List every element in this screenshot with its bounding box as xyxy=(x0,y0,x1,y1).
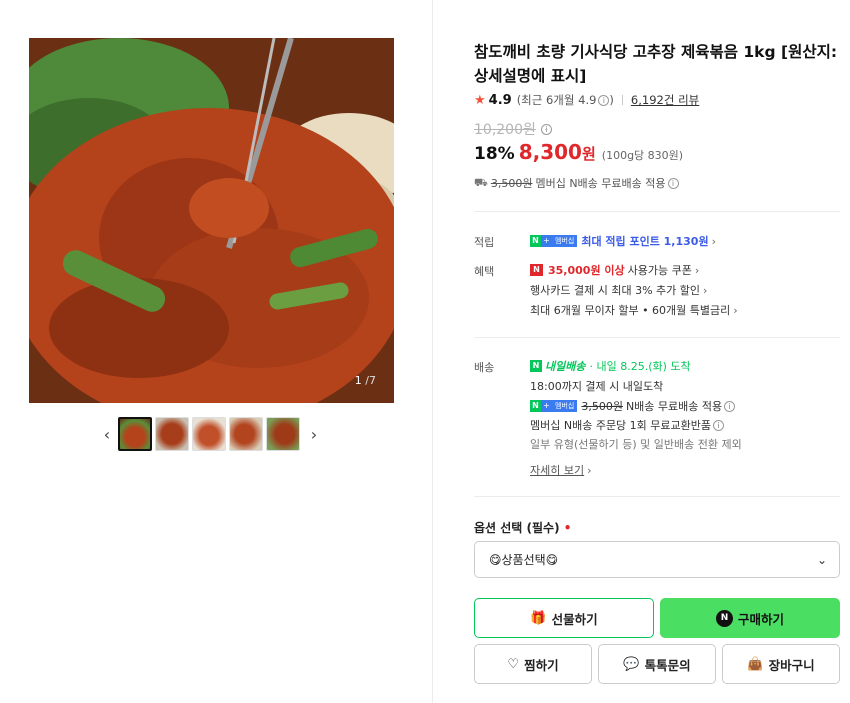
chat-icon: 💬 xyxy=(623,656,640,672)
points-row[interactable]: N + 멤버십 최대 적립 포인트 1,130원 › xyxy=(530,233,716,249)
product-title: 참도깨비 초량 기사식당 고추장 제육볶음 1kg [원산지:상세설명에 표시] xyxy=(474,43,838,85)
wish-label: 찜하기 xyxy=(524,657,559,673)
main-product-image[interactable]: 1 /7 xyxy=(29,38,394,403)
shipping-summary: ⛟ 3,500원 멤버십 N배송 무료배송 적용 i xyxy=(474,175,679,191)
chevron-down-icon: ⌄ xyxy=(816,552,827,567)
truck-icon: ⛟ xyxy=(474,175,488,189)
heart-icon: ♡ xyxy=(507,656,520,672)
arrival-date: · 내일 8.25.(화) 도착 xyxy=(589,360,691,373)
points-text: 최대 적립 포인트 1,130원 xyxy=(581,235,709,248)
gift-icon: 🎁 xyxy=(530,610,547,626)
buy-button[interactable]: N 구매하기 xyxy=(660,598,840,638)
buy-label: 구매하기 xyxy=(737,611,784,627)
image-counter: 1 /7 xyxy=(355,374,376,387)
npay-membership-badge: N + 멤버십 xyxy=(530,235,578,247)
installment-text: 최대 6개월 무이자 할부 • 60개월 특별금리 xyxy=(530,304,731,317)
chevron-right-icon: › xyxy=(733,303,738,317)
rating-recent: (최근 6개월 4.9 xyxy=(516,93,597,107)
more-link-row[interactable]: 자세히 보기 › xyxy=(530,462,592,478)
shipping-note: 멤버십 N배송 무료배송 적용 xyxy=(535,177,666,190)
star-icon: ★ xyxy=(474,92,486,108)
counter-total: /7 xyxy=(365,374,376,387)
unit-price: (100g당 830원) xyxy=(601,149,684,162)
card-text: 행사카드 결제 시 최대 3% 추가 할인 xyxy=(530,284,700,297)
talk-label: 톡톡문의 xyxy=(644,657,691,673)
price-info-icon[interactable]: i xyxy=(540,123,552,135)
benefit-label: 혜택 xyxy=(474,265,495,278)
required-dot: • xyxy=(563,521,572,535)
exchange-info-icon[interactable]: i xyxy=(713,419,725,431)
prev-arrow-icon[interactable]: ‹ xyxy=(96,416,118,452)
coupon-text: 사용가능 쿠폰 xyxy=(627,264,692,277)
gift-button[interactable]: 🎁 선물하기 xyxy=(474,598,654,638)
delivery-badge: 내일배송 xyxy=(545,360,586,373)
thumbnail-3[interactable] xyxy=(192,417,226,451)
shipping-info-icon[interactable]: i xyxy=(667,177,679,189)
cutoff-row: 18:00까지 결제 시 내일도착 xyxy=(530,378,663,394)
price-row: 18% 8,300 원 (100g당 830원) xyxy=(474,140,683,164)
price-currency: 원 xyxy=(581,145,596,163)
rating-row: ★ 4.9 (최근 6개월 4.9 i) 6,192건 리뷰 xyxy=(474,92,699,108)
food-photo xyxy=(29,38,394,403)
product-gallery: 1 /7 ‹ › xyxy=(0,0,433,703)
thumbnail-2[interactable] xyxy=(155,417,189,451)
exchange-row: 멤버십 N배송 주문당 1회 무료교환반품 i xyxy=(530,417,725,433)
gift-label: 선물하기 xyxy=(551,611,598,627)
delivery-badge-row: N 내일배송 · 내일 8.25.(화) 도착 xyxy=(530,358,691,374)
option-label-text: 옵션 선택 (필수) xyxy=(474,521,560,535)
thumbnail-strip: ‹ › xyxy=(96,415,336,453)
reviews-link[interactable]: 6,192건 리뷰 xyxy=(631,92,699,108)
npay-logo-icon: N xyxy=(715,609,733,627)
chevron-right-icon: › xyxy=(703,283,708,297)
thumbnail-1[interactable] xyxy=(118,417,152,451)
cutoff-text: 18:00까지 결제 시 내일도착 xyxy=(530,380,664,393)
coupon-row[interactable]: N 35,000원 이상 사용가능 쿠폰 › xyxy=(530,262,699,278)
coupon-amount: 35,000원 이상 xyxy=(548,264,625,277)
chevron-right-icon: › xyxy=(694,263,700,277)
divider xyxy=(474,337,840,338)
option-selected-value: 😋상품선택😋 xyxy=(489,553,559,567)
exclusion-row: 일부 유형(선물하기 등) 및 일반배송 전환 제외 xyxy=(530,436,742,452)
next-arrow-icon[interactable]: › xyxy=(303,416,325,452)
thumbnail-4[interactable] xyxy=(229,417,263,451)
chevron-right-icon: › xyxy=(587,463,592,477)
counter-current: 1 xyxy=(354,374,362,387)
cart-label: 장바구니 xyxy=(768,657,815,673)
chevron-right-icon: › xyxy=(711,234,716,248)
shipping-info-icon[interactable]: i xyxy=(724,400,736,412)
info-icon[interactable]: i xyxy=(598,94,610,106)
original-price-row: 10,200원 i xyxy=(474,119,552,139)
shipping-fee-strike: 3,500원 xyxy=(490,177,533,190)
cart-button[interactable]: 👜 장바구니 xyxy=(722,644,840,684)
option-label: 옵션 선택 (필수) • xyxy=(474,519,571,536)
divider xyxy=(474,211,840,212)
coupon-n-icon: N xyxy=(530,264,543,276)
fast-n-icon: N xyxy=(530,360,542,372)
free-shipping-note: N배송 무료배송 적용 xyxy=(625,400,723,413)
discount-percent: 18% xyxy=(474,144,515,164)
divider xyxy=(474,496,840,497)
installment-row[interactable]: 최대 6개월 무이자 할부 • 60개월 특별금리 › xyxy=(530,302,738,318)
talk-inquiry-button[interactable]: 💬 톡톡문의 xyxy=(598,644,716,684)
shipping-fee-strike: 3,500원 xyxy=(581,400,623,413)
option-select[interactable]: 😋상품선택😋 ⌄ xyxy=(474,541,840,578)
rating-score: 4.9 xyxy=(488,92,512,108)
wishlist-button[interactable]: ♡ 찜하기 xyxy=(474,644,592,684)
free-shipping-row: N + 멤버십 3,500원 N배송 무료배송 적용 i xyxy=(530,398,736,414)
delivery-label: 배송 xyxy=(474,361,495,374)
thumbnail-5[interactable] xyxy=(266,417,300,451)
details-link[interactable]: 자세히 보기 xyxy=(530,462,584,478)
divider xyxy=(621,95,623,105)
shopping-bag-icon: 👜 xyxy=(747,656,764,672)
card-discount-row[interactable]: 행사카드 결제 시 최대 3% 추가 할인 › xyxy=(530,282,707,298)
original-price: 10,200원 xyxy=(474,122,536,138)
points-label: 적립 xyxy=(474,236,495,249)
npay-membership-badge: N + 멤버십 xyxy=(530,400,578,412)
exchange-text: 멤버십 N배송 주문당 1회 무료교환반품 xyxy=(530,419,712,432)
exclusion-text: 일부 유형(선물하기 등) 및 일반배송 전환 제외 xyxy=(530,438,742,451)
sale-price: 8,300 xyxy=(518,140,582,164)
rating-paren: ) xyxy=(609,93,614,107)
